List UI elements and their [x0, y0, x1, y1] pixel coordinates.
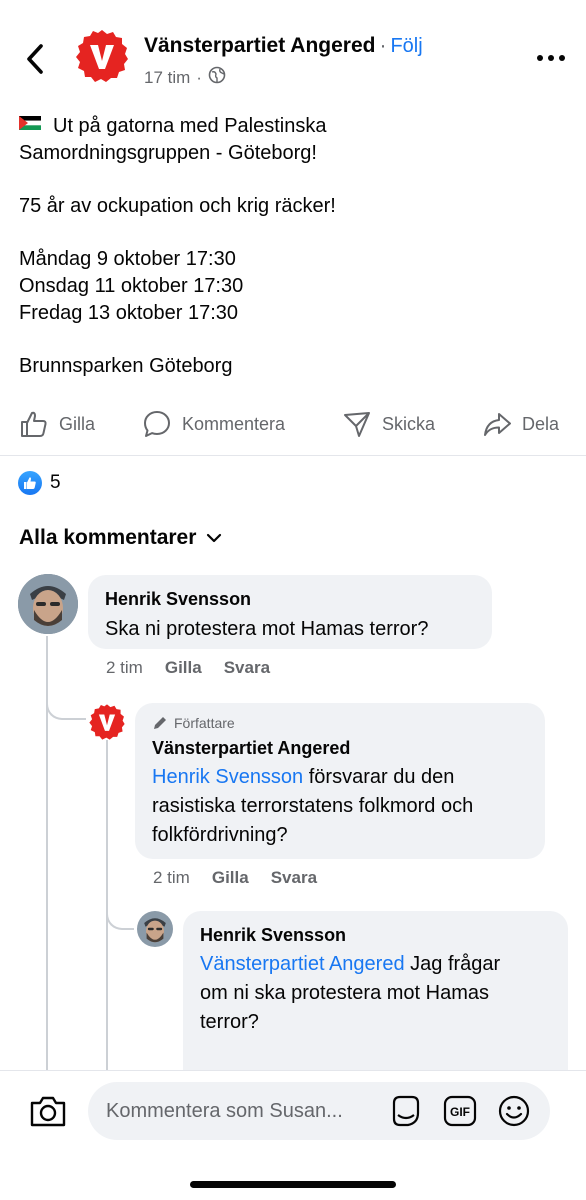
comment-bubble[interactable]: Författare Vänsterpartiet Angered Henrik…: [135, 703, 545, 859]
share-arrow-icon: [484, 413, 511, 436]
post-line: Måndag 9 oktober 17:30: [19, 248, 236, 270]
share-label: Dela: [522, 413, 560, 434]
post-header: Vänsterpartiet Angered · Följ 17 tim ·: [0, 0, 586, 100]
comment-text-part: terror?: [200, 1011, 259, 1033]
back-chevron-icon[interactable]: [22, 42, 52, 76]
mention-link[interactable]: Henrik Svensson: [152, 766, 303, 788]
avatar[interactable]: [18, 574, 78, 634]
comment-text-part: om ni ska protestera mot Hamas: [200, 982, 489, 1004]
thumbs-up-icon: [21, 411, 47, 437]
share-button[interactable]: Dela: [482, 408, 559, 440]
comment-like-button[interactable]: Gilla: [212, 868, 249, 888]
page-name[interactable]: Vänsterpartiet Angered: [144, 34, 375, 57]
palestine-flag-icon: [18, 111, 42, 130]
post-time[interactable]: 17 tim: [144, 68, 190, 88]
comment-input-placeholder[interactable]: Kommentera som Susan...: [106, 1100, 386, 1123]
comments-filter-label: Alla kommentarer: [19, 526, 197, 549]
comment-reply-button[interactable]: Svara: [224, 658, 270, 678]
author-badge-label: Författare: [174, 715, 235, 731]
comment-bubble[interactable]: Henrik Svensson Vänsterpartiet Angered J…: [183, 911, 568, 1091]
post-line: Brunnsparken Göteborg: [19, 355, 233, 377]
comment-time[interactable]: 2 tim: [153, 868, 190, 888]
camera-icon[interactable]: [28, 1092, 68, 1130]
divider: [0, 455, 586, 456]
post-line: Fredag 13 oktober 17:30: [19, 302, 239, 324]
thread-connector: [46, 700, 86, 720]
comment-input[interactable]: Kommentera som Susan... GIF: [88, 1082, 550, 1140]
comment-text-part: rasistiska terrorstatens folkmord och: [152, 795, 474, 817]
post-line: Ut på gatorna med Palestinska: [53, 115, 327, 137]
globe-icon: [208, 66, 226, 89]
post-line: Onsdag 11 oktober 17:30: [19, 275, 244, 297]
mention-link[interactable]: Vänsterpartiet Angered: [200, 953, 405, 975]
like-button[interactable]: Gilla: [19, 408, 95, 440]
comment-meta: 2 tim Gilla Svara: [153, 868, 317, 888]
page-avatar-small[interactable]: [88, 703, 126, 741]
author-badge: Författare: [152, 715, 235, 731]
comment-author[interactable]: Henrik Svensson: [200, 925, 346, 946]
comment-text: Ska ni protestera mot Hamas terror?: [105, 618, 429, 640]
comment-time[interactable]: 2 tim: [106, 658, 143, 678]
post-meta: 17 tim ·: [144, 66, 226, 89]
pen-icon: [154, 717, 166, 729]
send-button[interactable]: Skicka: [342, 408, 435, 440]
svg-text:GIF: GIF: [450, 1105, 470, 1119]
page-name-row: Vänsterpartiet Angered · Följ: [144, 34, 423, 58]
avatar-sticker-icon[interactable]: [388, 1093, 424, 1129]
comment-text: Vänsterpartiet Angered Jag frågar om ni …: [200, 950, 560, 1037]
emoji-icon[interactable]: [496, 1093, 532, 1129]
comment-author[interactable]: Henrik Svensson: [105, 589, 251, 610]
follow-button[interactable]: Följ: [390, 35, 422, 57]
name-separator: ·: [379, 34, 387, 57]
post-line: 75 år av ockupation och krig räcker!: [19, 195, 336, 217]
home-indicator: [190, 1181, 396, 1188]
reaction-summary[interactable]: 5: [18, 471, 61, 495]
post-line: Samordningsgruppen - Göteborg!: [19, 142, 317, 164]
chevron-down-icon: [207, 533, 222, 543]
comment-text-part: försvarar du den: [303, 766, 455, 788]
thread-line: [106, 740, 108, 1076]
comment-label: Kommentera: [182, 413, 286, 434]
comment-text-part: Jag frågar: [404, 953, 501, 975]
send-icon: [344, 412, 370, 437]
comment-text: Henrik Svensson försvarar du den rasisti…: [152, 763, 537, 850]
comment-like-button[interactable]: Gilla: [165, 658, 202, 678]
comment-text-part: folkfördrivning?: [152, 824, 288, 846]
like-reaction-icon: [18, 471, 42, 495]
comment-bubble-icon: [144, 411, 170, 437]
comments-filter-dropdown[interactable]: Alla kommentarer: [19, 526, 222, 550]
more-options-icon[interactable]: [534, 48, 568, 68]
thread-connector: [106, 910, 134, 930]
reaction-count: 5: [50, 472, 61, 493]
post-body: Ut på gatorna med Palestinska Samordning…: [18, 111, 559, 380]
comment-bubble[interactable]: Henrik Svensson Ska ni protestera mot Ha…: [88, 575, 492, 649]
comment-reply-button[interactable]: Svara: [271, 868, 317, 888]
comment-button[interactable]: Kommentera: [142, 408, 285, 440]
like-label: Gilla: [59, 413, 96, 434]
avatar[interactable]: [137, 911, 173, 947]
comment-meta: 2 tim Gilla Svara: [106, 658, 270, 678]
send-label: Skicka: [382, 413, 436, 434]
meta-dot: ·: [196, 67, 202, 87]
post-action-bar: Gilla Kommentera Skicka Dela: [0, 400, 586, 448]
comment-author[interactable]: Vänsterpartiet Angered: [152, 738, 350, 759]
page-avatar[interactable]: [74, 28, 130, 84]
gif-icon[interactable]: GIF: [442, 1093, 478, 1129]
